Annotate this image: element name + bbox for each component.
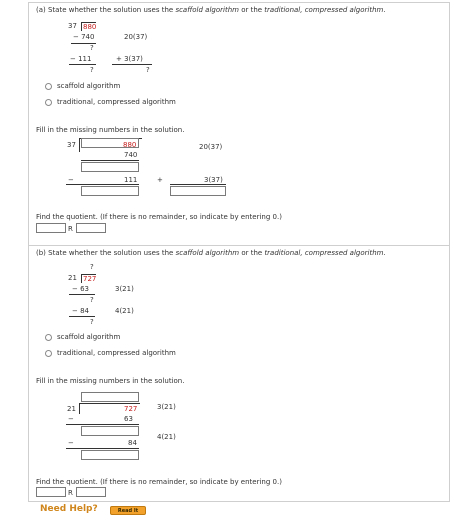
part-b-frame: [28, 245, 450, 502]
fill-a-line2: [66, 184, 139, 185]
fill-b-line1: [66, 424, 139, 425]
fill-a-sub2: 111: [124, 176, 138, 184]
fill-b-dividend: 727: [124, 405, 138, 413]
example-a-step1-note: 20(37): [124, 33, 148, 41]
example-b-divisor: 21: [68, 274, 77, 282]
example-b-step1-note: 3(21): [115, 285, 134, 293]
fill-a-note2: 3(37): [204, 176, 223, 184]
choice-a-traditional-label[interactable]: traditional, compressed algorithm: [57, 98, 176, 106]
choice-a-traditional-radio[interactable]: [45, 99, 52, 106]
example-a-step2-sub: − 111: [70, 55, 92, 63]
fill-b-minus1: −: [68, 415, 74, 423]
fill-b-note2: 4(21): [157, 433, 176, 441]
fill-b-prompt: Fill in the missing numbers in the solut…: [36, 377, 185, 385]
fill-b-divisor: 21: [67, 405, 76, 413]
example-a-q3: ?: [146, 66, 150, 74]
fill-b-sub1: 63: [124, 415, 133, 423]
fill-a-minus: −: [68, 176, 74, 184]
fill-a-dividend: 880: [123, 141, 137, 149]
example-b-line1: [69, 294, 95, 295]
fill-a-sum-input[interactable]: [170, 186, 226, 196]
fill-a-sub1: 740: [124, 151, 138, 159]
part-a-prompt: (a) State whether the solution uses the …: [36, 6, 386, 14]
fill-a-note1: 20(37): [199, 143, 223, 151]
choice-b-scaffold-label[interactable]: scaffold algorithm: [57, 333, 120, 341]
example-a-line2: [69, 64, 96, 65]
example-b-q2: ?: [90, 318, 94, 326]
example-a-divisor: 37: [68, 22, 77, 30]
choice-b-scaffold-radio[interactable]: [45, 334, 52, 341]
quotient-a-r-label: R: [68, 225, 73, 233]
quotient-a-prompt: Find the quotient. (If there is no remai…: [36, 213, 282, 221]
example-b-step1-sub: − 63: [72, 285, 89, 293]
fill-a-plus: +: [157, 176, 163, 184]
choice-a-scaffold-label[interactable]: scaffold algorithm: [57, 82, 120, 90]
example-a-dividend: 880: [81, 22, 97, 31]
quotient-b-r-label: R: [68, 489, 73, 497]
remainder-b-input[interactable]: [76, 487, 106, 497]
read-it-button[interactable]: Read It: [110, 506, 146, 515]
fill-b-line2: [66, 448, 139, 449]
part-b-prompt: (b) State whether the solution uses the …: [36, 249, 386, 257]
fill-a-line3: [170, 184, 226, 185]
example-b-line2: [69, 316, 95, 317]
example-a-line3: [112, 64, 152, 65]
fill-a-prompt: Fill in the missing numbers in the solut…: [36, 126, 185, 134]
choice-b-traditional-radio[interactable]: [45, 350, 52, 357]
remainder-a-input[interactable]: [76, 223, 106, 233]
fill-b-remainder1-input[interactable]: [81, 426, 139, 436]
example-b-dividend: 727: [81, 274, 97, 283]
quotient-b-input[interactable]: [36, 487, 66, 497]
quotient-b-prompt: Find the quotient. (If there is no remai…: [36, 478, 282, 486]
example-a-step1-sub: − 740: [73, 33, 95, 41]
fill-a-remainder1-input[interactable]: [81, 162, 139, 172]
example-a-q2: ?: [90, 66, 94, 74]
fill-b-note1: 3(21): [157, 403, 176, 411]
quotient-a-input[interactable]: [36, 223, 66, 233]
choice-a-scaffold-radio[interactable]: [45, 83, 52, 90]
example-b-step2-note: 4(21): [115, 307, 134, 315]
choice-b-traditional-label[interactable]: traditional, compressed algorithm: [57, 349, 176, 357]
example-b-q1: ?: [90, 296, 94, 304]
fill-a-remainder2-input[interactable]: [81, 186, 139, 196]
fill-a-divisor: 37: [67, 141, 76, 149]
example-b-step2-sub: − 84: [72, 307, 89, 315]
example-a-q1: ?: [90, 44, 94, 52]
fill-b-remainder2-input[interactable]: [81, 450, 139, 460]
fill-b-minus2: −: [68, 439, 74, 447]
example-a-step2-note: + 3(37): [116, 55, 143, 63]
fill-a-line1: [81, 160, 139, 161]
example-b-top-q: ?: [90, 263, 94, 271]
fill-b-quotient-input[interactable]: [81, 392, 139, 402]
fill-b-sub2: 84: [128, 439, 137, 447]
